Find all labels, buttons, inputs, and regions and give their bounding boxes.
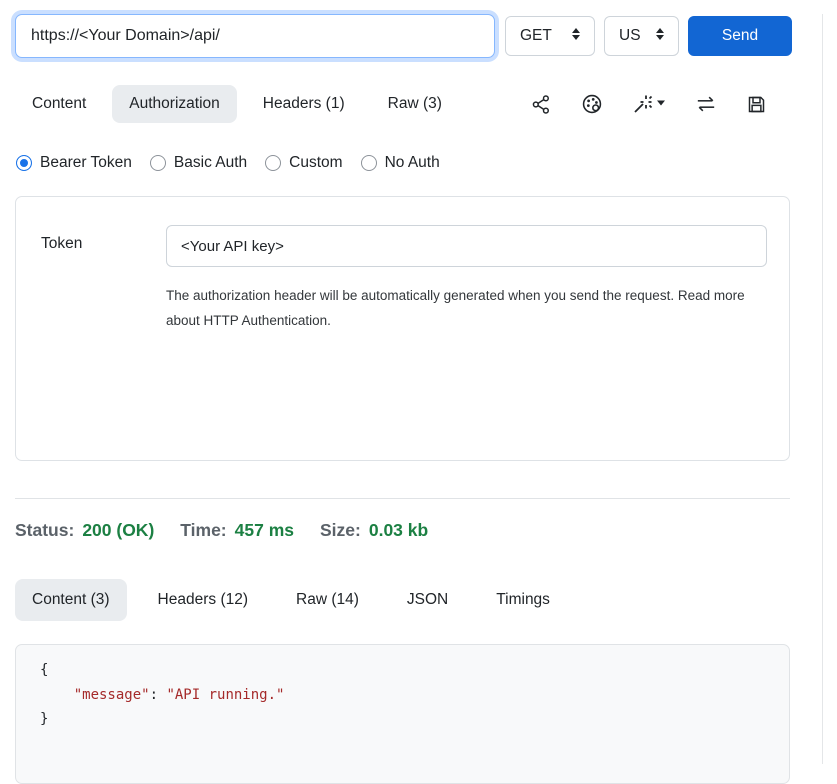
method-select[interactable]: GET — [505, 16, 595, 56]
token-label: Token — [41, 225, 166, 267]
token-help-text: The authorization header will be automat… — [166, 283, 767, 333]
palette-icon[interactable] — [581, 93, 603, 115]
radio-unchecked-icon — [361, 155, 377, 171]
response-tab-timings[interactable]: Timings — [479, 579, 567, 621]
size-item: Size: 0.03 kb — [320, 520, 428, 541]
radio-label: Basic Auth — [174, 154, 247, 172]
tab-raw[interactable]: Raw (3) — [371, 85, 459, 123]
response-tab-headers[interactable]: Headers (12) — [141, 579, 265, 621]
tab-authorization[interactable]: Authorization — [112, 85, 236, 123]
method-select-value: GET — [520, 27, 552, 45]
send-button[interactable]: Send — [688, 16, 792, 56]
save-icon[interactable] — [746, 94, 767, 115]
updown-caret-icon — [654, 27, 666, 46]
response-tab-raw[interactable]: Raw (14) — [279, 579, 376, 621]
response-tab-content[interactable]: Content (3) — [15, 579, 127, 621]
radio-unchecked-icon — [150, 155, 166, 171]
radio-unchecked-icon — [265, 155, 281, 171]
request-bar: GET US Send — [15, 14, 792, 58]
tab-content[interactable]: Content — [15, 85, 103, 123]
token-row: Token — [16, 197, 789, 267]
status-item: Status: 200 (OK) — [15, 520, 154, 541]
radio-label: Bearer Token — [40, 154, 132, 172]
token-help-line1: The authorization header will be automat… — [166, 283, 767, 308]
response-tabs-row: Content (3) Headers (12) Raw (14) JSON T… — [15, 578, 822, 622]
share-icon[interactable] — [531, 94, 552, 115]
status-label: Status: — [15, 520, 74, 541]
radio-label: Custom — [289, 154, 342, 172]
request-tabs-row: Content Authorization Headers (1) Raw (3… — [15, 84, 792, 124]
status-value: 200 (OK) — [82, 520, 154, 541]
time-label: Time: — [180, 520, 226, 541]
response-body-code[interactable]: { "message": "API running."} — [15, 644, 790, 784]
tab-headers[interactable]: Headers (1) — [246, 85, 362, 123]
radio-checked-icon — [16, 155, 32, 171]
radio-no-auth[interactable]: No Auth — [361, 154, 440, 172]
size-value: 0.03 kb — [369, 520, 428, 541]
updown-caret-icon — [570, 27, 582, 46]
content-right-divider — [822, 14, 823, 764]
token-help-line2: about HTTP Authentication. — [166, 308, 767, 333]
radio-label: No Auth — [385, 154, 440, 172]
radio-custom[interactable]: Custom — [265, 154, 342, 172]
token-panel: Token The authorization header will be a… — [15, 196, 790, 461]
time-value: 457 ms — [235, 520, 294, 541]
time-item: Time: 457 ms — [180, 520, 294, 541]
radio-basic-auth[interactable]: Basic Auth — [150, 154, 247, 172]
region-select[interactable]: US — [604, 16, 679, 56]
radio-bearer-token[interactable]: Bearer Token — [16, 154, 132, 172]
section-divider — [15, 498, 790, 499]
json-response-content: { "message": "API running."} — [40, 658, 789, 732]
magic-wand-menu-icon[interactable] — [632, 93, 666, 115]
region-select-value: US — [619, 27, 641, 45]
url-input[interactable] — [15, 14, 495, 58]
response-tab-json[interactable]: JSON — [390, 579, 465, 621]
auth-options: Bearer Token Basic Auth Custom No Auth — [16, 154, 821, 172]
swap-arrows-icon[interactable] — [695, 94, 717, 114]
token-input[interactable] — [166, 225, 767, 267]
response-status-row: Status: 200 (OK) Time: 457 ms Size: 0.03… — [15, 520, 822, 541]
size-label: Size: — [320, 520, 361, 541]
request-toolbar — [531, 93, 792, 115]
